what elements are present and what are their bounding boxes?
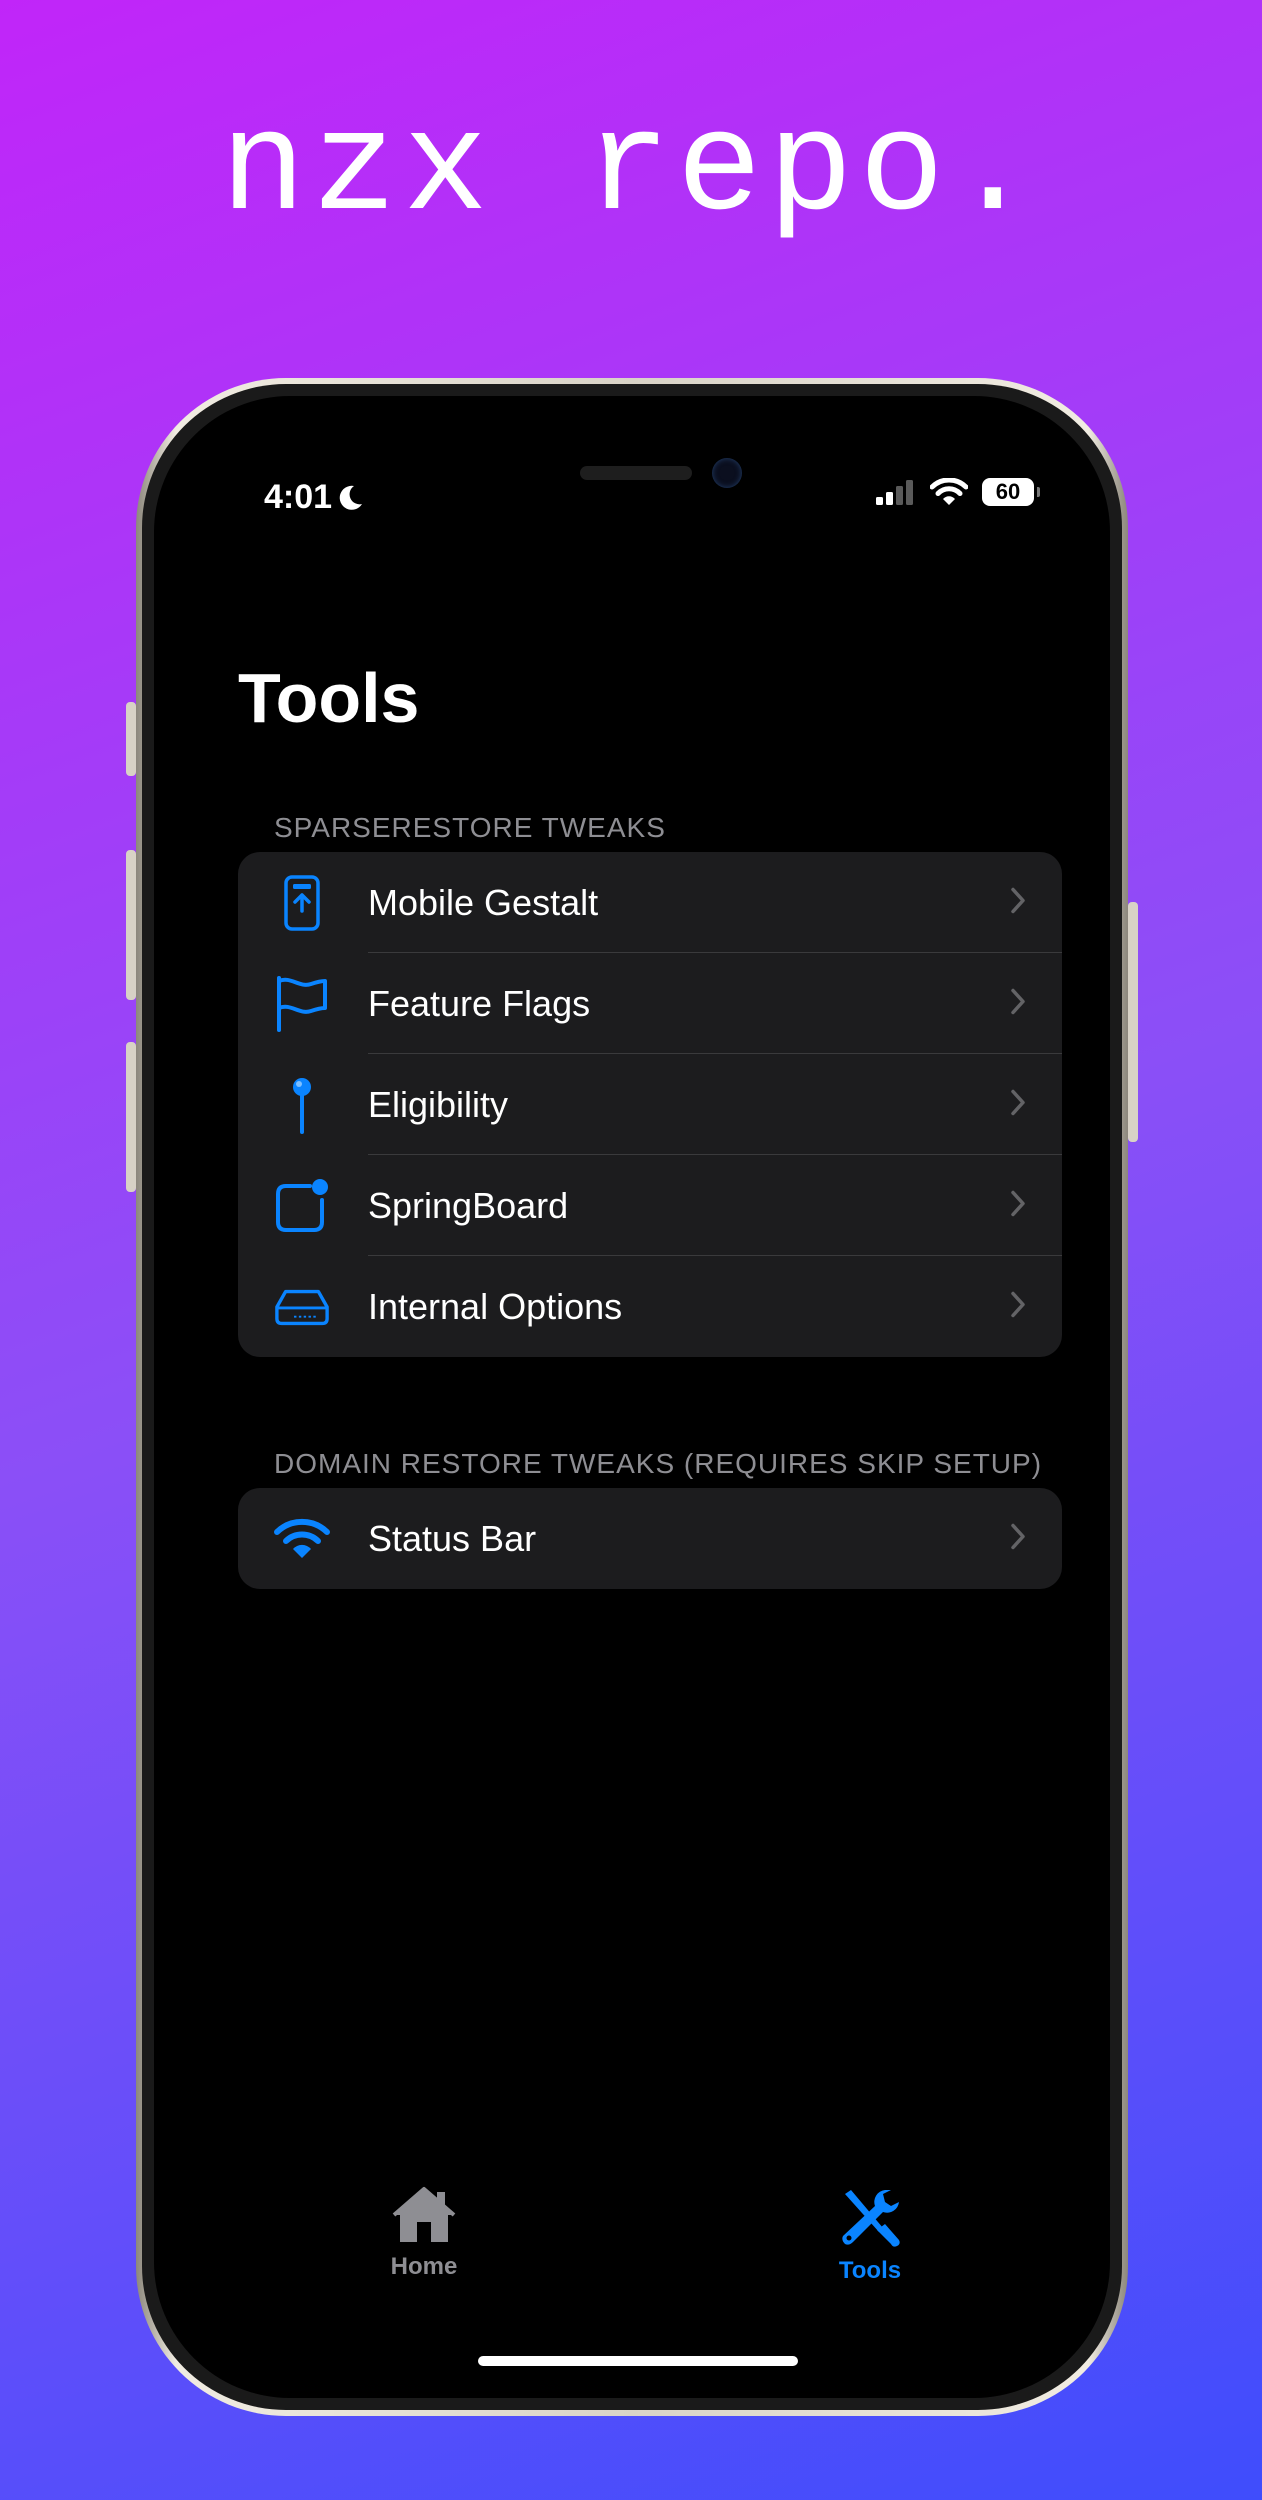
list-item-eligibility[interactable]: Eligibility [238, 1054, 1062, 1155]
status-time-label: 4:01 [264, 478, 333, 516]
cellular-signal-icon [876, 480, 913, 505]
status-indicators: 60 [876, 478, 1040, 506]
wrench-screwdriver-icon [842, 2190, 900, 2247]
tab-home-label: Home [390, 2253, 458, 2280]
chevron-right-icon [1010, 1522, 1026, 1555]
list-item-label: Eligibility [368, 1083, 509, 1125]
tab-tools[interactable]: Tools [770, 2186, 970, 2285]
battery-indicator: 60 [982, 478, 1040, 506]
list-item-internal-options[interactable]: Internal Options [238, 1256, 1062, 1357]
section-header-sparserestore: SPARSERESTORE TWEAKS [274, 812, 666, 843]
chevron-right-icon [1010, 1088, 1026, 1121]
pin-icon [274, 1077, 330, 1134]
phone-arrow-up-icon [274, 874, 330, 931]
tab-tools-label: Tools [838, 2257, 902, 2284]
section-header-domain-restore: DOMAIN RESTORE TWEAKS (REQUIRES SKIP SET… [274, 1448, 1043, 1479]
power-button [1128, 902, 1138, 1142]
wifi-icon [274, 1511, 330, 1567]
phone-screen: 4:01 60 Tools SPARSERESTORE TWEAKS Mobil… [154, 396, 1110, 2398]
list-item-label: Status Bar [368, 1517, 537, 1559]
sparserestore-tweaks-list: Mobile Gestalt Feature Flags Eligibility… [238, 852, 1062, 1357]
page-title: Tools [238, 659, 420, 737]
chevron-right-icon [1010, 1189, 1026, 1222]
chevron-right-icon [1010, 1290, 1026, 1323]
app-badge-icon [274, 1178, 330, 1234]
earpiece-speaker [580, 466, 692, 480]
house-icon [392, 2187, 456, 2242]
mute-switch [126, 702, 136, 776]
home-indicator[interactable] [478, 2356, 798, 2366]
chevron-right-icon [1010, 886, 1026, 919]
internal-drive-icon [274, 1279, 330, 1335]
volume-up-button [126, 850, 136, 1000]
status-time: 4:01 [264, 478, 364, 517]
battery-level: 60 [995, 479, 1021, 504]
front-camera [712, 458, 742, 488]
list-item-feature-flags[interactable]: Feature Flags [238, 953, 1062, 1054]
volume-down-button [126, 1042, 136, 1192]
list-item-label: Internal Options [368, 1285, 623, 1327]
list-item-springboard[interactable]: SpringBoard [238, 1155, 1062, 1256]
phone-frame: 4:01 60 Tools SPARSERESTORE TWEAKS Mobil… [136, 378, 1128, 2416]
list-item-label: Mobile Gestalt [368, 881, 599, 923]
list-item-status-bar[interactable]: Status Bar [238, 1488, 1062, 1589]
flag-icon [274, 975, 330, 1032]
list-item-label: SpringBoard [368, 1184, 569, 1226]
domain-restore-tweaks-list: Status Bar [238, 1488, 1062, 1589]
chevron-right-icon [1010, 987, 1026, 1020]
wifi-status-icon [930, 478, 968, 505]
list-item-label: Feature Flags [368, 982, 591, 1024]
headline: nzx repo. [220, 90, 1042, 251]
list-item-mobile-gestalt[interactable]: Mobile Gestalt [238, 852, 1062, 953]
tab-home[interactable]: Home [324, 2186, 524, 2281]
moon-icon [339, 485, 363, 510]
